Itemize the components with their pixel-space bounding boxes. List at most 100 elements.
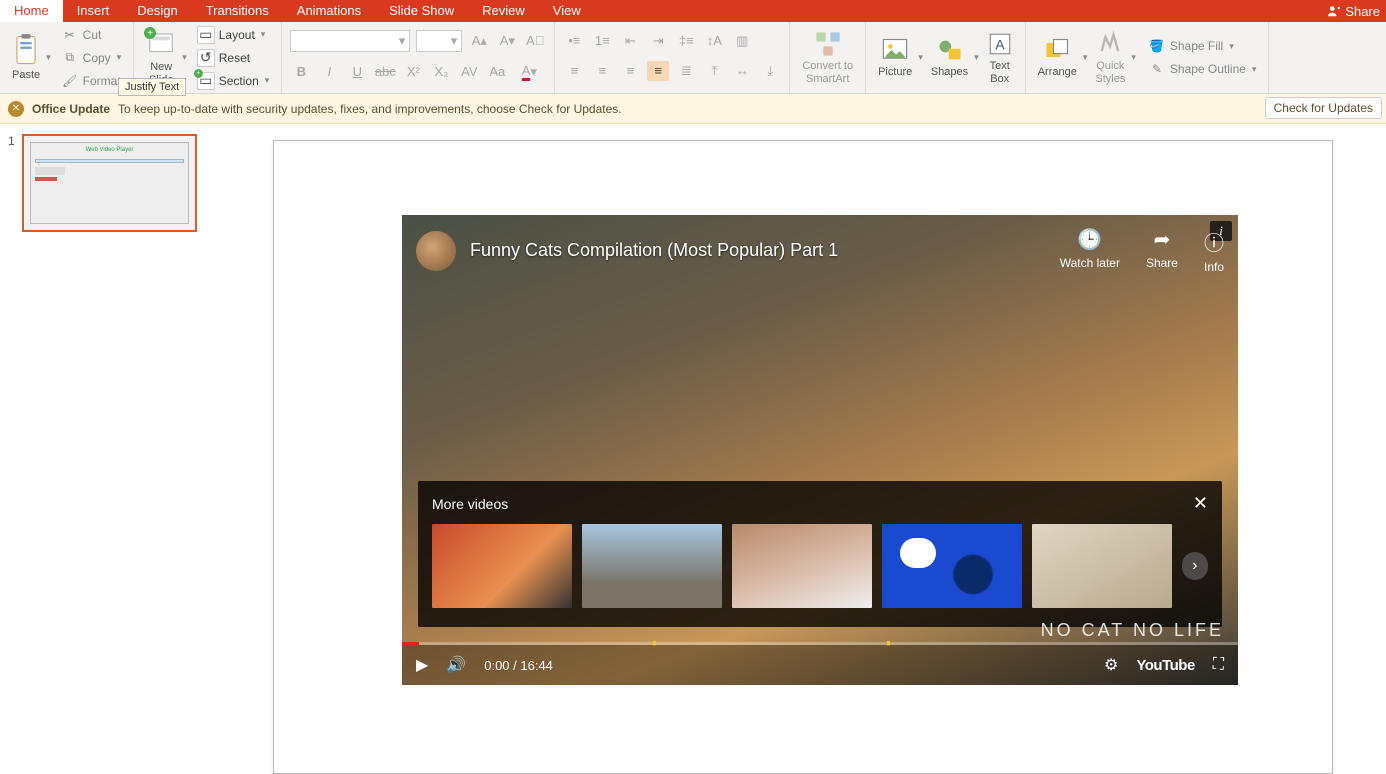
- tab-insert[interactable]: Insert: [63, 0, 124, 22]
- numbering-button[interactable]: 1≡: [591, 31, 613, 51]
- font-size-combo[interactable]: ▾: [416, 30, 462, 52]
- shape-fill-button[interactable]: 🪣Shape Fill▾: [1144, 36, 1261, 56]
- next-suggestions-icon[interactable]: ›: [1182, 552, 1208, 580]
- superscript-button[interactable]: X²: [402, 62, 424, 82]
- align-left-button[interactable]: ≡: [563, 61, 585, 81]
- tab-slideshow[interactable]: Slide Show: [375, 0, 468, 22]
- shapes-icon: [935, 36, 965, 64]
- strike-button[interactable]: abc: [374, 62, 396, 82]
- update-close-icon[interactable]: ✕: [8, 101, 24, 117]
- check-updates-button[interactable]: Check for Updates: [1265, 97, 1382, 119]
- person-plus-icon: [1327, 4, 1341, 18]
- styles-icon: [1096, 30, 1124, 58]
- shapes-button[interactable]: Shapes: [927, 36, 972, 78]
- reset-icon: ↺: [197, 49, 215, 67]
- bucket-icon: 🪣: [1148, 37, 1166, 55]
- tab-transitions[interactable]: Transitions: [192, 0, 283, 22]
- format-painter-button[interactable]: 🖌︎Format: [57, 71, 126, 91]
- clipboard-icon: [12, 33, 40, 67]
- share-icon: ➦: [1154, 227, 1171, 252]
- slide-number: 1: [8, 134, 16, 232]
- align-bottom-button[interactable]: ⤓: [759, 61, 781, 81]
- cut-button[interactable]: ✂︎Cut: [57, 25, 126, 45]
- close-more-videos-icon[interactable]: ✕: [1193, 493, 1208, 514]
- info-icon: ⓘ: [1204, 227, 1224, 256]
- quick-styles-button[interactable]: Quick Styles: [1091, 30, 1129, 84]
- align-top-button[interactable]: ⤒: [703, 61, 725, 81]
- tab-bar: Home Insert Design Transitions Animation…: [0, 0, 1386, 22]
- copy-button[interactable]: ⧉Copy▾: [57, 48, 126, 68]
- paste-button[interactable]: Paste: [8, 33, 44, 81]
- textbox-icon: A: [987, 30, 1013, 58]
- share-button[interactable]: Share: [1327, 0, 1386, 22]
- play-icon[interactable]: ▶: [416, 655, 428, 675]
- arrange-group: Arrange ▾ Quick Styles ▾ 🪣Shape Fill▾ ✎S…: [1026, 22, 1270, 93]
- tab-design[interactable]: Design: [123, 0, 191, 22]
- arrange-button[interactable]: Arrange: [1034, 36, 1081, 78]
- more-videos-label: More videos: [432, 496, 508, 512]
- volume-icon[interactable]: 🔊: [446, 655, 466, 675]
- info-button[interactable]: ⓘInfo: [1204, 227, 1224, 274]
- ribbon: Paste ▾ ✂︎Cut ⧉Copy▾ 🖌︎Format + New Slid…: [0, 22, 1386, 94]
- video-player[interactable]: i Funny Cats Compilation (Most Popular) …: [402, 215, 1238, 685]
- watch-later-button[interactable]: 🕒Watch later: [1060, 227, 1120, 274]
- increase-font-button[interactable]: A▴: [468, 31, 490, 51]
- align-center-button[interactable]: ≡: [591, 61, 613, 81]
- tab-review[interactable]: Review: [468, 0, 539, 22]
- shape-outline-button[interactable]: ✎Shape Outline▾: [1144, 59, 1261, 79]
- indent-button[interactable]: ⇥: [647, 31, 669, 51]
- suggestion-thumb-5[interactable]: [1032, 524, 1172, 608]
- layout-button[interactable]: ▭Layout▾: [193, 25, 274, 45]
- channel-avatar[interactable]: [416, 231, 456, 271]
- suggestion-thumb-2[interactable]: [582, 524, 722, 608]
- section-icon: ▭+: [197, 72, 215, 90]
- reset-button[interactable]: ↺Reset: [193, 48, 274, 68]
- slide[interactable]: i Funny Cats Compilation (Most Popular) …: [273, 140, 1333, 774]
- bold-button[interactable]: B: [290, 62, 312, 82]
- clock-icon: 🕒: [1077, 227, 1102, 252]
- settings-gear-icon[interactable]: ⚙: [1104, 655, 1118, 675]
- clear-format-button[interactable]: A⃠: [524, 31, 546, 51]
- clipboard-group: Paste ▾ ✂︎Cut ⧉Copy▾ 🖌︎Format: [0, 22, 134, 93]
- tab-animations[interactable]: Animations: [283, 0, 375, 22]
- align-middle-button[interactable]: ↔: [731, 61, 753, 81]
- layout-icon: ▭: [197, 26, 215, 44]
- outdent-button[interactable]: ⇤: [619, 31, 641, 51]
- change-case-button[interactable]: Aa: [486, 62, 508, 82]
- tab-view[interactable]: View: [539, 0, 595, 22]
- suggestion-thumb-4[interactable]: [882, 524, 1022, 608]
- thumbnail-pane: 1 Web Video Player: [0, 124, 220, 768]
- svg-text:A: A: [995, 37, 1005, 53]
- bullets-button[interactable]: •≡: [563, 31, 585, 51]
- picture-button[interactable]: Picture: [874, 36, 916, 78]
- textbox-button[interactable]: A Text Box: [983, 30, 1017, 84]
- font-group: ▾ ▾ A▴ A▾ A⃠ B I U abc X² X₂ AV Aa A▾: [282, 22, 555, 93]
- font-color-button[interactable]: A▾: [514, 62, 544, 82]
- convert-smartart-button[interactable]: Convert to SmartArt: [798, 30, 857, 84]
- new-slide-dropdown-icon[interactable]: ▾: [182, 52, 187, 63]
- subscript-button[interactable]: X₂: [430, 62, 452, 82]
- workspace: 1 Web Video Player i Funny Cats Compilat…: [0, 124, 1386, 768]
- slide-thumbnail-1[interactable]: Web Video Player: [22, 134, 197, 232]
- share-video-button[interactable]: ➦Share: [1146, 227, 1178, 274]
- columns-button[interactable]: ▥: [731, 31, 753, 51]
- text-direction-button[interactable]: ↕A: [703, 31, 725, 51]
- section-button[interactable]: ▭+Section▾: [193, 71, 274, 91]
- underline-button[interactable]: U: [346, 62, 368, 82]
- decrease-font-button[interactable]: A▾: [496, 31, 518, 51]
- align-right-button[interactable]: ≡: [619, 61, 641, 81]
- update-title: Office Update: [32, 102, 110, 116]
- time-display: 0:00 / 16:44: [484, 658, 553, 673]
- tab-home[interactable]: Home: [0, 0, 63, 22]
- suggestion-thumb-3[interactable]: [732, 524, 872, 608]
- youtube-logo[interactable]: YouTube: [1136, 657, 1194, 674]
- justify-button[interactable]: ≡: [647, 61, 669, 81]
- italic-button[interactable]: I: [318, 62, 340, 82]
- suggestion-thumb-1[interactable]: [432, 524, 572, 608]
- paste-dropdown-icon[interactable]: ▾: [46, 52, 51, 63]
- char-spacing-button[interactable]: AV: [458, 62, 480, 82]
- font-family-combo[interactable]: ▾: [290, 30, 410, 52]
- distribute-button[interactable]: ≣: [675, 61, 697, 81]
- fullscreen-icon[interactable]: ⛶: [1213, 656, 1224, 674]
- line-spacing-button[interactable]: ‡≡: [675, 31, 697, 51]
